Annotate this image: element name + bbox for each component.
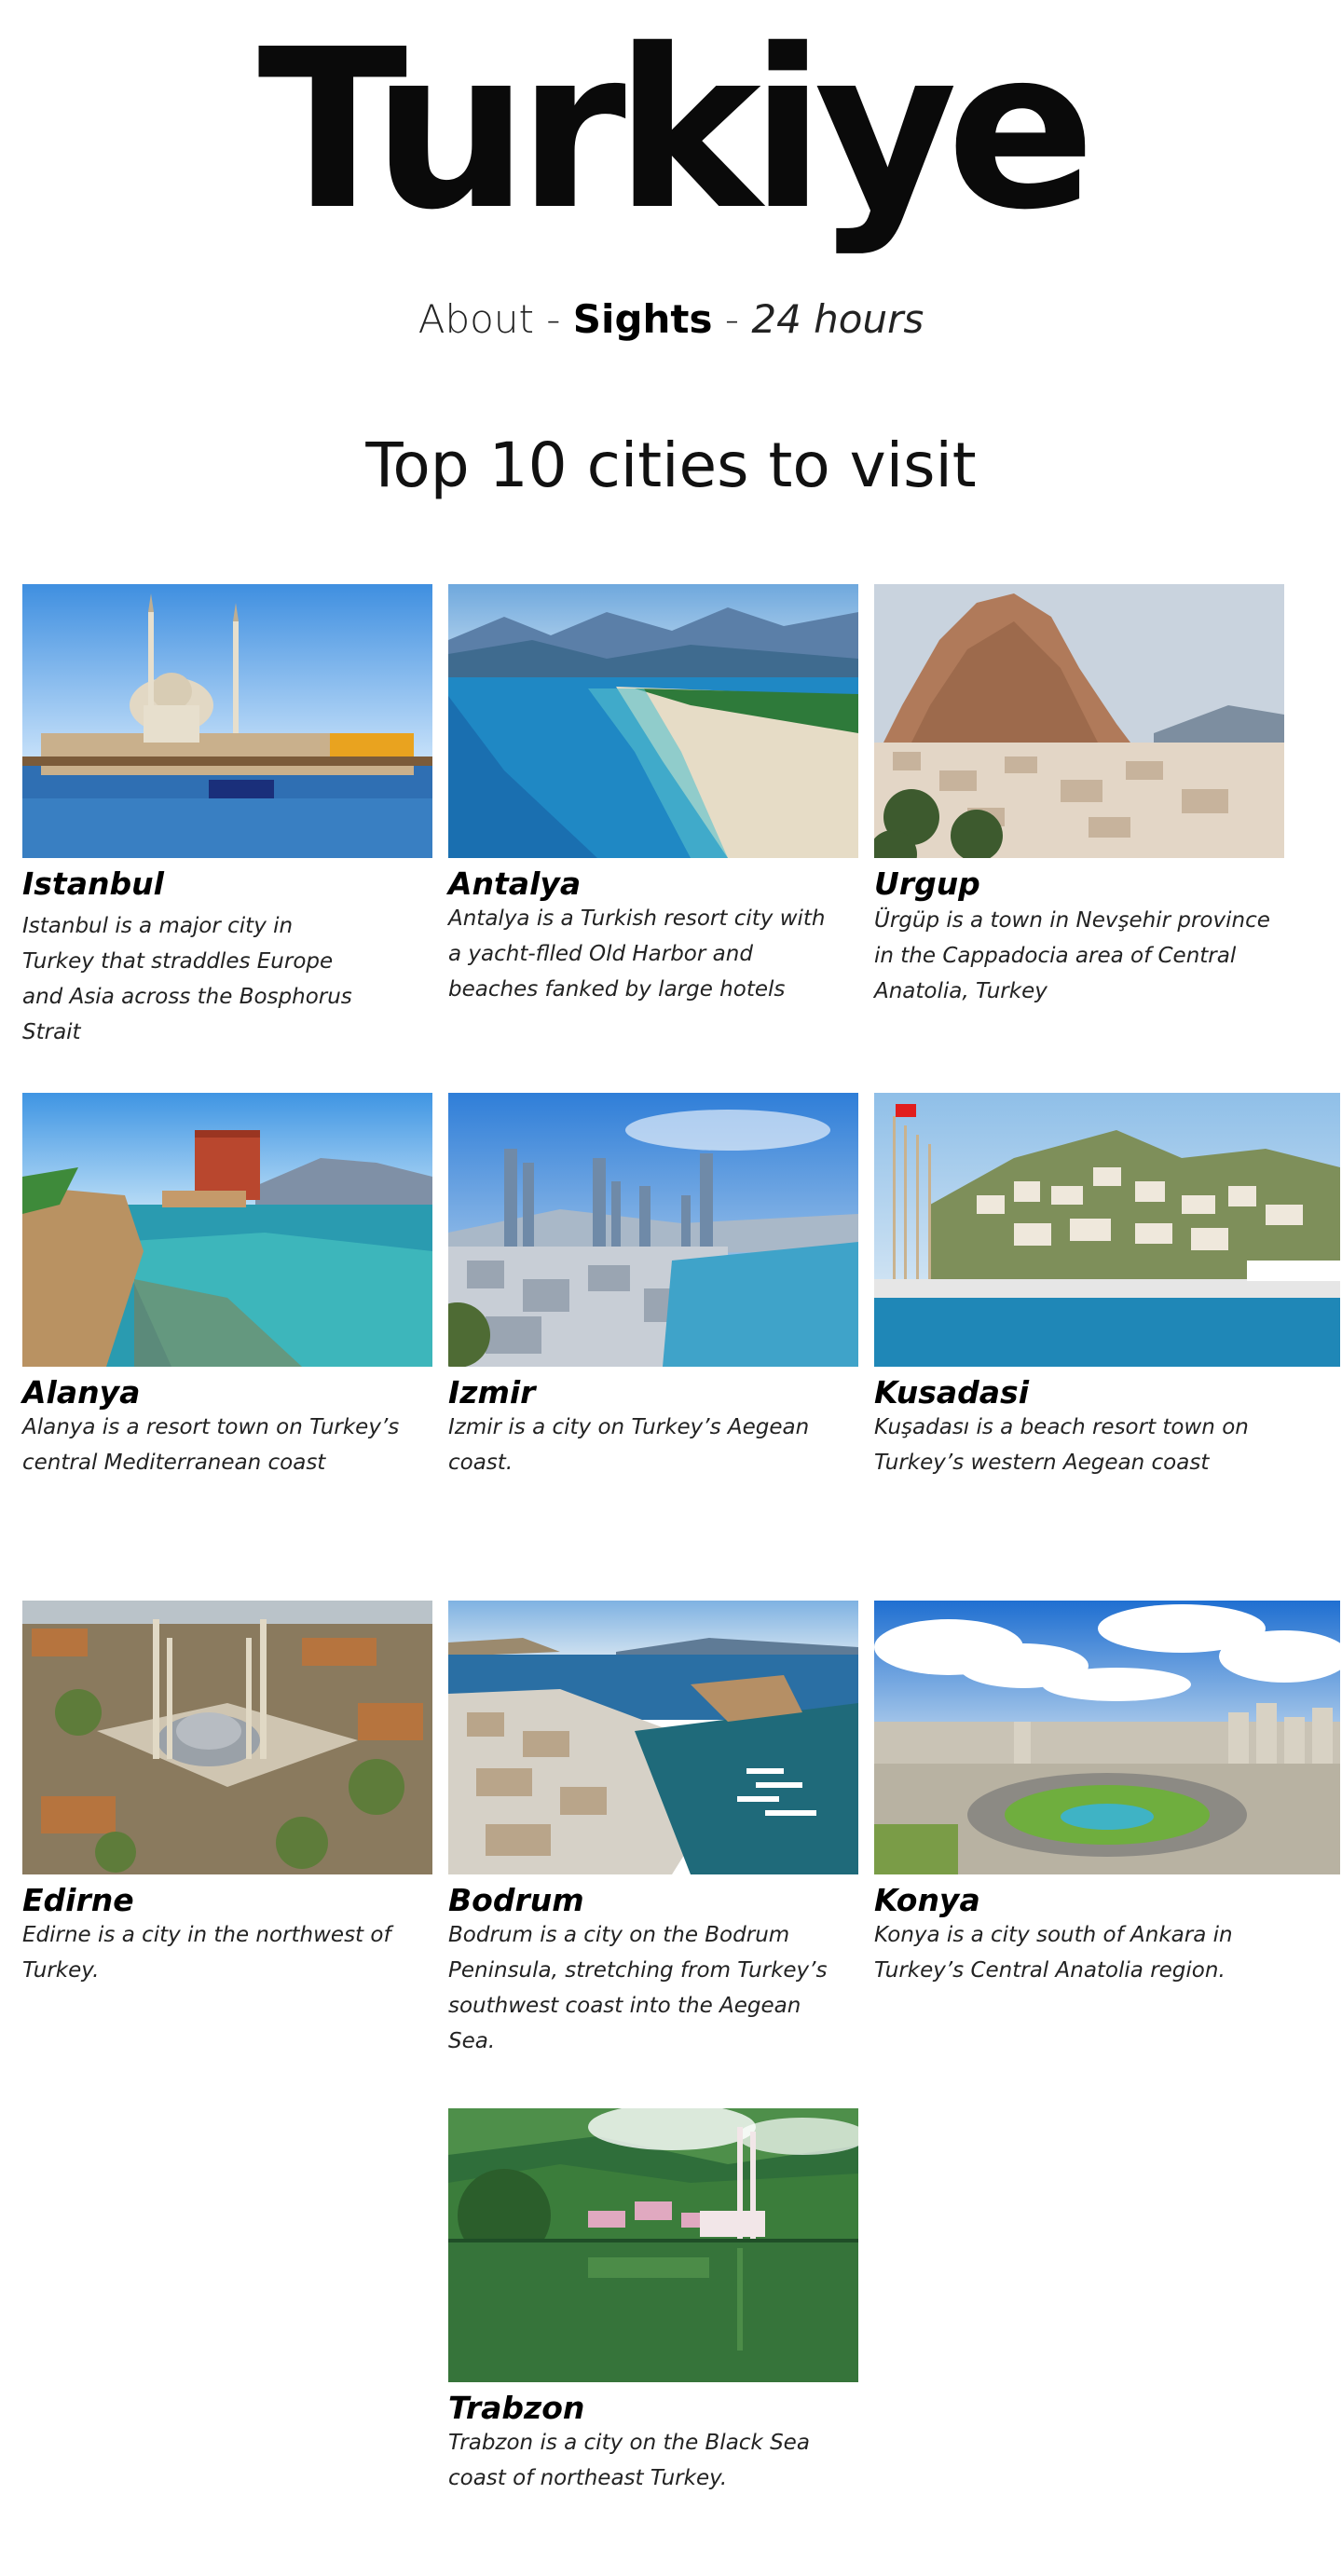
- city-card-edirne[interactable]: Edirne Edirne is a city in the northwest…: [22, 1601, 432, 2048]
- nav-link-about[interactable]: About: [418, 296, 534, 342]
- city-card-izmir[interactable]: Izmir Izmir is a city on Turkey’s Aegean…: [448, 1093, 858, 1540]
- city-card-trabzon[interactable]: Trabzon Trabzon is a city on the Black S…: [448, 2108, 858, 2556]
- city-description-antalya: Antalya is a Turkish resort city with a …: [448, 906, 826, 1002]
- city-description-urgup: Ürgüp is a town in Nevşehir province in …: [874, 908, 1270, 1003]
- city-name-alanya: Alanya: [22, 1374, 141, 1411]
- city-card-antalya[interactable]: Antalya Antalya is a Turkish resort city…: [448, 584, 858, 1069]
- city-description-bodrum: Bodrum is a city on the Bodrum Peninsula…: [448, 1923, 828, 2053]
- city-photo-trabzon: [448, 2108, 858, 2382]
- city-name-izmir: Izmir: [448, 1374, 536, 1411]
- city-photo-alanya: [22, 1093, 432, 1367]
- city-description-konya: Konya is a city south of Ankara in Turke…: [874, 1923, 1233, 1983]
- city-card-urgup[interactable]: Urgup Ürgüp is a town in Nevşehir provin…: [874, 584, 1284, 1069]
- site-title: Turkiye: [257, 2, 1095, 258]
- nav-separator: -: [546, 296, 561, 342]
- city-photo-izmir: [448, 1093, 858, 1367]
- nav-separator: -: [724, 296, 739, 342]
- city-name-istanbul: Istanbul: [22, 865, 164, 902]
- city-name-konya: Konya: [874, 1882, 980, 1918]
- city-card-istanbul[interactable]: Istanbul Istanbul is a major city in Tur…: [22, 584, 432, 1069]
- city-card-bodrum[interactable]: Bodrum Bodrum is a city on the Bodrum Pe…: [448, 1601, 858, 2053]
- city-name-antalya: Antalya: [448, 865, 582, 902]
- city-photo-edirne: [22, 1601, 432, 1874]
- city-description-istanbul: Istanbul is a major city in Turkey that …: [22, 914, 352, 1044]
- city-description-kusadasi: Kuşadası is a beach resort town on Turke…: [874, 1415, 1249, 1475]
- city-description-edirne: Edirne is a city in the northwest of Tur…: [22, 1923, 391, 1983]
- section-heading: Top 10 cities to visit: [365, 429, 977, 501]
- city-photo-urgup: [874, 584, 1284, 858]
- city-name-edirne: Edirne: [22, 1882, 134, 1918]
- city-photo-antalya: [448, 584, 858, 858]
- city-description-izmir: Izmir is a city on Turkey’s Aegean coast…: [448, 1415, 810, 1475]
- city-card-kusadasi[interactable]: Kusadasi Kuşadası is a beach resort town…: [874, 1093, 1340, 1540]
- city-description-trabzon: Trabzon is a city on the Black Sea coast…: [448, 2431, 810, 2490]
- nav-link-24-hours[interactable]: 24 hours: [751, 296, 924, 342]
- nav-link-sights[interactable]: Sights: [573, 296, 713, 342]
- city-card-konya[interactable]: Konya Konya is a city south of Ankara in…: [874, 1601, 1340, 2048]
- city-card-alanya[interactable]: Alanya Alanya is a resort town on Turkey…: [22, 1093, 432, 1540]
- city-photo-kusadasi: [874, 1093, 1340, 1367]
- city-description-alanya: Alanya is a resort town on Turkey’s cent…: [22, 1415, 400, 1475]
- city-photo-istanbul: [22, 584, 432, 858]
- city-photo-konya: [874, 1601, 1340, 1874]
- city-name-bodrum: Bodrum: [448, 1882, 584, 1918]
- city-name-kusadasi: Kusadasi: [874, 1374, 1030, 1411]
- city-photo-bodrum: [448, 1601, 858, 1874]
- city-name-urgup: Urgup: [874, 865, 980, 902]
- city-name-trabzon: Trabzon: [448, 2390, 585, 2426]
- page-nav: About - Sights - 24 hours: [0, 293, 1342, 346]
